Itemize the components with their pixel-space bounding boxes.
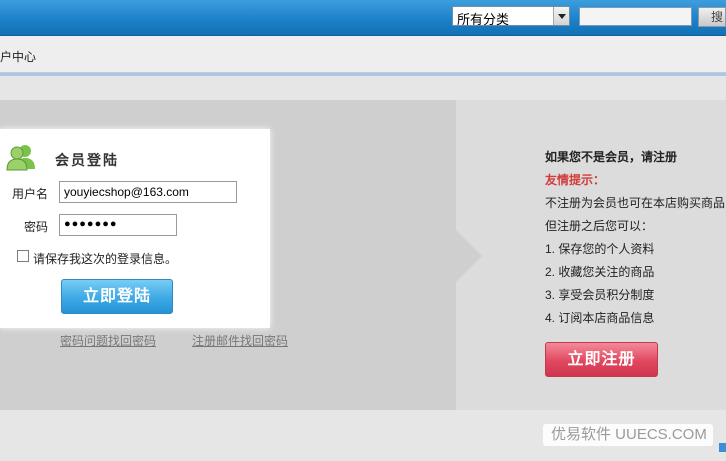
- benefit-item: 3. 享受会员积分制度: [545, 288, 655, 302]
- password-field[interactable]: ●●●●●●●: [59, 214, 177, 236]
- chevron-down-icon[interactable]: [553, 7, 569, 25]
- username-label: 用户名: [12, 187, 49, 201]
- email-reset-link[interactable]: 注册邮件找回密码: [192, 332, 288, 349]
- scroll-indicator: [719, 443, 726, 452]
- benefit-item: 1. 保存您的个人资料: [545, 242, 655, 256]
- register-title: 如果您不是会员，请注册: [545, 150, 678, 164]
- top-header: 所有分类 搜: [0, 0, 726, 36]
- category-select[interactable]: 所有分类: [452, 6, 570, 27]
- register-info: 不注册为会员也可在本店购买商品: [545, 196, 726, 210]
- login-box: 会员登陆 用户名 youyiecshop@163.com 密码 ●●●●●●● …: [0, 129, 270, 328]
- login-panel: 会员登陆 用户名 youyiecshop@163.com 密码 ●●●●●●● …: [0, 100, 456, 410]
- remember-label: 请保存我这次的登录信息。: [33, 252, 178, 266]
- username-field[interactable]: youyiecshop@163.com: [59, 181, 237, 203]
- breadcrumb[interactable]: 户中心: [0, 48, 36, 65]
- remember-checkbox[interactable]: [17, 250, 29, 262]
- divider: [0, 73, 726, 76]
- user-icon: [6, 145, 35, 171]
- panel-arrow: [456, 230, 482, 282]
- register-button[interactable]: 立即注册: [545, 342, 658, 377]
- breadcrumb-bar: 户中心: [0, 36, 726, 73]
- category-select-value: 所有分类: [457, 12, 510, 27]
- login-button[interactable]: 立即登陆: [61, 279, 173, 314]
- register-info: 但注册之后您可以：: [545, 219, 654, 233]
- tip-heading: 友情提示：: [545, 173, 606, 187]
- password-question-link[interactable]: 密码问题找回密码: [60, 332, 156, 349]
- watermark: 优易软件 UUECS.COM: [543, 424, 713, 446]
- login-title: 会员登陆: [55, 152, 119, 168]
- password-label: 密码: [24, 220, 49, 234]
- content-panel: 会员登陆 用户名 youyiecshop@163.com 密码 ●●●●●●● …: [0, 100, 726, 410]
- benefit-item: 4. 订阅本店商品信息: [545, 311, 655, 325]
- benefit-item: 2. 收藏您关注的商品: [545, 265, 655, 279]
- search-input[interactable]: [579, 7, 692, 26]
- search-button[interactable]: 搜: [698, 7, 726, 27]
